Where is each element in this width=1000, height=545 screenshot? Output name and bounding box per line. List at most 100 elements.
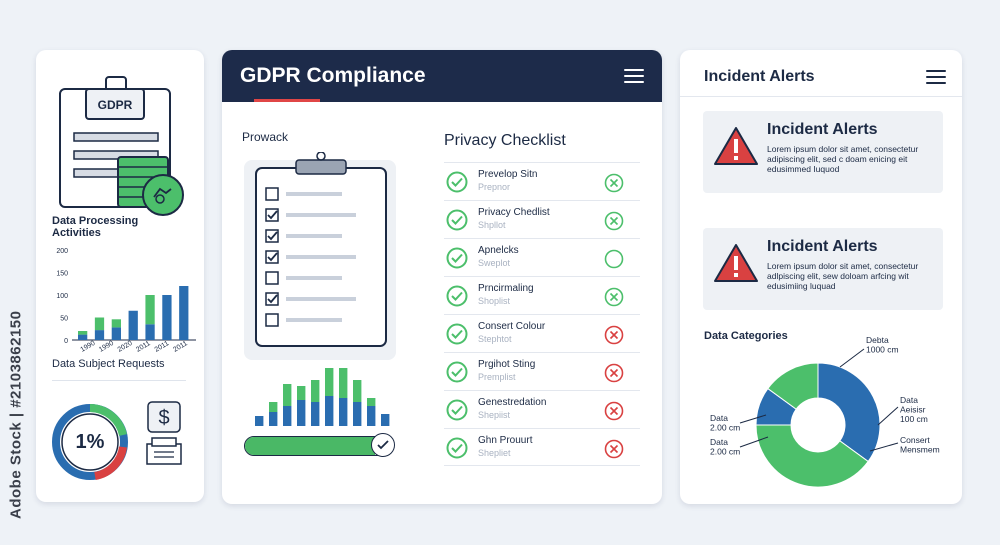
clipboard-line xyxy=(286,276,342,280)
title-underline xyxy=(254,99,320,102)
requests-percent: 1% xyxy=(75,430,105,453)
bar-segment-blue xyxy=(94,330,105,340)
checklist-item[interactable]: Consert Colour Stephtot xyxy=(444,314,640,352)
checklist-item-sub: Shepiist xyxy=(478,410,511,420)
progress-fill xyxy=(245,437,376,455)
bar-segment-blue xyxy=(353,402,362,426)
bar-segment-green xyxy=(353,380,362,402)
y-tick-label: 100 xyxy=(56,293,68,300)
checklist-item[interactable]: Prgihot Sting Premplist xyxy=(444,352,640,390)
bar-segment-green xyxy=(111,319,121,328)
checklist-item-sub: Prepnor xyxy=(478,182,511,192)
alert-title: Incident Alerts xyxy=(767,121,878,138)
processing-title: Data Processing Activities xyxy=(52,215,139,239)
bar-segment-blue xyxy=(145,324,155,340)
checklist-item-sub: Shoplist xyxy=(478,296,511,306)
checklist-item[interactable]: Prncirmaling Shoplist xyxy=(444,276,640,314)
compliance-panel: GDPR Compliance Prowack Privacy Checklis… xyxy=(222,50,662,504)
compliance-progress-bar xyxy=(244,433,395,457)
stock-credit: Adobe Stock | #2103862150 xyxy=(7,310,25,520)
bar-segment-green xyxy=(297,386,306,400)
donut-label: 1000 cm xyxy=(866,345,899,355)
checklist-item[interactable]: Genestredation Shepiist xyxy=(444,390,640,428)
check-icon xyxy=(371,433,395,457)
checklist-item-sub: Shpllot xyxy=(478,220,506,230)
compliance-header: GDPR Compliance xyxy=(222,50,662,102)
bar-segment-green xyxy=(325,368,334,396)
checklist-item-label: Consert Colour xyxy=(478,321,546,332)
clipboard-checkbox xyxy=(265,313,279,327)
check-circle-icon xyxy=(446,171,468,193)
bar-segment-green xyxy=(94,317,105,331)
bar-segment-green xyxy=(367,398,376,406)
status-pending-icon xyxy=(604,249,624,269)
data-categories-donut: Debta1000 cmDataAeisisr100 cmConsertMens… xyxy=(710,335,940,488)
check-circle-icon xyxy=(446,285,468,307)
clipboard-line xyxy=(286,255,356,259)
donut-label: Data xyxy=(710,437,728,447)
clipboard-line xyxy=(286,234,342,238)
checklist-item[interactable]: Apnelcks Sweplot xyxy=(444,238,640,276)
check-circle-icon xyxy=(446,361,468,383)
alert-body: Lorem ipsum dolor sit amet, consectetur … xyxy=(767,261,919,291)
y-tick-label: 0 xyxy=(64,338,68,345)
y-tick-label: 150 xyxy=(56,271,68,278)
clipboard-checkbox xyxy=(265,271,279,285)
x-tick-label: 1990 xyxy=(98,340,115,354)
donut-label: Debta xyxy=(866,335,889,345)
dollar-symbol: $ xyxy=(158,407,169,429)
check-circle-icon xyxy=(446,399,468,421)
page-title: GDPR Compliance xyxy=(240,64,426,87)
warning-icon xyxy=(714,127,758,165)
x-tick-label: 2020 xyxy=(117,340,134,354)
bar-segment-blue xyxy=(325,396,334,426)
status-ok-icon xyxy=(604,173,624,193)
bar-segment-blue xyxy=(367,406,376,426)
menu-icon[interactable] xyxy=(624,69,644,83)
checklist-item[interactable]: Ghn Prouurt Shepliet xyxy=(444,428,640,466)
divider xyxy=(680,96,962,97)
check-circle-icon xyxy=(446,209,468,231)
checklist-item-sub: Sweplot xyxy=(478,258,511,268)
clipboard-clip xyxy=(295,159,347,175)
bar-segment-blue xyxy=(179,286,189,340)
checklist-item-label: Prevelop Sitn xyxy=(478,169,538,180)
checklist-item-sub: Stephtot xyxy=(478,334,512,344)
section-label: Prowack xyxy=(242,130,289,144)
alerts-panel: Incident Alerts Incident Alerts Lorem ip… xyxy=(680,50,962,504)
status-fail-icon xyxy=(604,401,624,421)
checklist-item-sub: Shepliet xyxy=(478,448,511,458)
bar-segment-blue xyxy=(381,414,390,426)
incident-alert[interactable]: Incident Alerts Lorem ipsum dolor sit am… xyxy=(703,111,943,193)
bar-segment-blue xyxy=(78,334,88,340)
bar-segment-green xyxy=(339,368,348,398)
donut-label: 2.00 cm xyxy=(710,447,740,457)
bar-segment-blue xyxy=(297,400,306,426)
check-circle-icon xyxy=(446,247,468,269)
check-circle-icon xyxy=(446,437,468,459)
menu-icon[interactable] xyxy=(926,70,946,84)
checklist-item-sub: Premplist xyxy=(478,372,516,382)
clipboard-line xyxy=(286,297,356,301)
warning-icon xyxy=(714,244,758,282)
clipboard-checkbox xyxy=(265,187,279,201)
bar-segment-blue xyxy=(269,412,278,426)
leader-line xyxy=(877,406,899,426)
donut-label: Mensmem xyxy=(900,445,940,455)
donut-label: Consert xyxy=(900,435,930,445)
incident-alert[interactable]: Incident Alerts Lorem ipsum dolor sit am… xyxy=(703,228,943,310)
bar-segment-blue xyxy=(128,310,138,340)
donut-label: Aeisisr xyxy=(900,405,926,415)
x-tick-label: 2011 xyxy=(154,340,171,354)
bar-segment-green xyxy=(269,402,278,412)
status-fail-icon xyxy=(604,325,624,345)
checklist-item[interactable]: Prevelop Sitn Prepnor xyxy=(444,162,640,200)
bar-segment-green xyxy=(145,295,155,325)
x-tick-label: 2011 xyxy=(135,340,152,354)
status-fail-icon xyxy=(604,363,624,383)
checklist-item[interactable]: Privacy Chedlist Shpllot xyxy=(444,200,640,238)
checklist-title: Privacy Checklist xyxy=(444,132,566,149)
clipboard-line xyxy=(286,192,342,196)
alert-body: Lorem ipsum dolor sit amet, consectetur … xyxy=(767,144,919,174)
bar-segment-green xyxy=(78,331,88,335)
